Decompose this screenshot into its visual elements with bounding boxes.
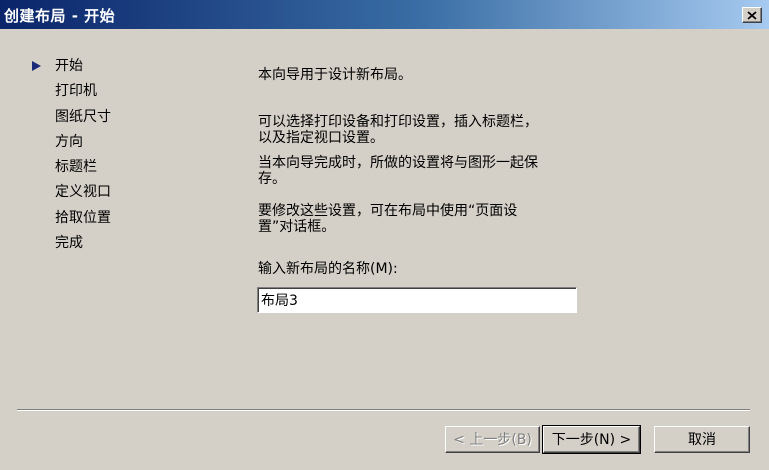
description-line: 可以选择打印设备和打印设置，插入标题栏， bbox=[258, 114, 538, 130]
step-start: 开始 bbox=[30, 57, 111, 82]
cancel-button-label: 取消 bbox=[688, 431, 716, 448]
next-button[interactable]: 下一步(N) > bbox=[542, 425, 641, 454]
window-title: 创建布局 - 开始 bbox=[4, 7, 116, 25]
close-button[interactable] bbox=[742, 7, 762, 23]
wizard-steps: 开始 打印机 图纸尺寸 方向 标题栏 定义视口 拾取位置 完成 bbox=[30, 57, 111, 259]
description-para-2: 当本向导完成时，所做的设置将与图形一起保 存。 bbox=[258, 155, 538, 187]
step-paper-size: 图纸尺寸 bbox=[30, 108, 111, 133]
back-button-label: < 上一步(B) bbox=[453, 431, 532, 448]
step-label: 图纸尺寸 bbox=[55, 108, 111, 125]
next-button-label: 下一步(N) > bbox=[551, 431, 632, 448]
description-para-1: 可以选择打印设备和打印设置，插入标题栏， 以及指定视口设置。 bbox=[258, 114, 538, 146]
step-define-viewports: 定义视口 bbox=[30, 183, 111, 208]
step-label: 定义视口 bbox=[55, 184, 111, 201]
step-label: 方向 bbox=[55, 133, 83, 150]
layout-name-input[interactable] bbox=[257, 287, 577, 313]
intro-text: 本向导用于设计新布局。 bbox=[258, 67, 412, 83]
description-line: 置”对话框。 bbox=[258, 219, 336, 235]
step-orientation: 方向 bbox=[30, 133, 111, 158]
step-label: 打印机 bbox=[55, 83, 97, 100]
step-title-block: 标题栏 bbox=[30, 158, 111, 183]
description-line: 以及指定视口设置。 bbox=[258, 130, 384, 146]
layout-name-label: 输入新布局的名称(M): bbox=[258, 261, 398, 277]
close-x-icon bbox=[747, 11, 757, 20]
current-step-arrow-icon bbox=[32, 61, 41, 71]
step-label: 完成 bbox=[55, 235, 83, 252]
step-printer: 打印机 bbox=[30, 82, 111, 107]
description-para-3: 要修改这些设置，可在布局中使用“页面设 置”对话框。 bbox=[258, 203, 517, 235]
step-pick-location: 拾取位置 bbox=[30, 209, 111, 234]
step-finish: 完成 bbox=[30, 234, 111, 259]
cancel-button[interactable]: 取消 bbox=[654, 426, 750, 453]
description-line: 存。 bbox=[258, 171, 286, 187]
description-line: 要修改这些设置，可在布局中使用“页面设 bbox=[258, 203, 518, 219]
divider bbox=[17, 409, 750, 411]
description-line: 当本向导完成时，所做的设置将与图形一起保 bbox=[258, 155, 538, 171]
step-label: 拾取位置 bbox=[55, 209, 111, 226]
step-label: 开始 bbox=[55, 58, 83, 74]
back-button[interactable]: < 上一步(B) bbox=[445, 426, 540, 453]
step-label: 标题栏 bbox=[55, 159, 97, 176]
title-bar[interactable]: 创建布局 - 开始 bbox=[0, 0, 769, 29]
